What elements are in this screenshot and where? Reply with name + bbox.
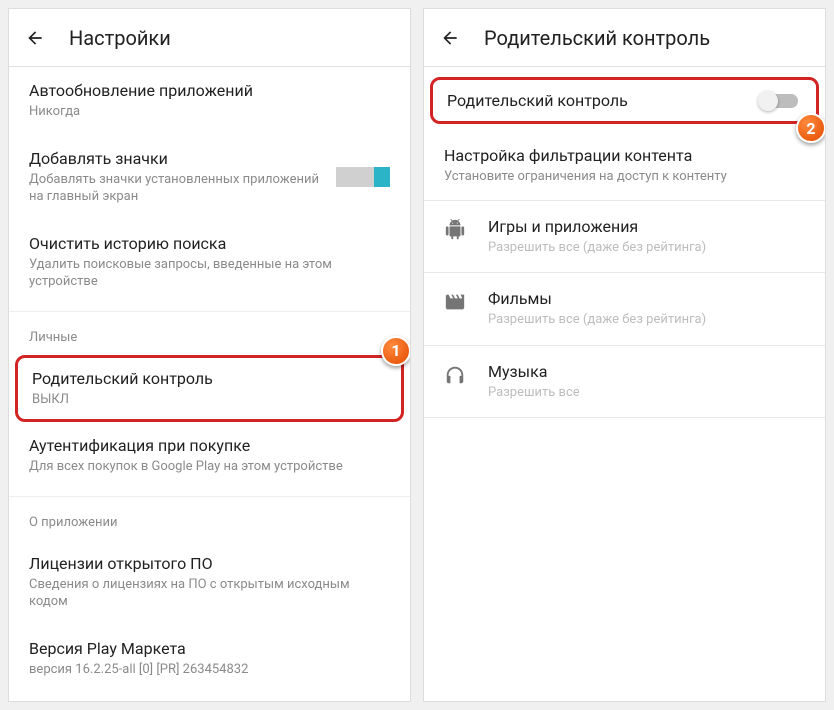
category-games-apps[interactable]: Игры и приложения Разрешить все (даже бе… bbox=[424, 201, 825, 273]
item-title: Настройка фильтрации контента bbox=[444, 146, 805, 165]
section-personal: Личные bbox=[9, 311, 410, 355]
callout-1: 1 bbox=[381, 336, 410, 366]
content-filter-heading: Настройка фильтрации контента Установите… bbox=[424, 124, 825, 200]
item-sub: Разрешить все (даже без рейтинга) bbox=[488, 311, 706, 329]
movie-icon bbox=[444, 291, 466, 313]
item-play-version[interactable]: Версия Play Маркета версия 16.2.25-all [… bbox=[9, 625, 410, 693]
android-icon bbox=[444, 219, 466, 241]
item-sub: Разрешить все (даже без рейтинга) bbox=[488, 239, 706, 257]
page-title: Родительский контроль bbox=[484, 26, 710, 50]
item-clear-history[interactable]: Очистить историю поиска Удалить поисковы… bbox=[9, 220, 410, 305]
page-title: Настройки bbox=[69, 26, 171, 50]
item-sub: Для всех покупок в Google Play на этом у… bbox=[29, 458, 390, 476]
category-movies[interactable]: Фильмы Разрешить все (даже без рейтинга) bbox=[424, 273, 825, 345]
parental-control-screen: Родительский контроль Родительский контр… bbox=[423, 8, 826, 702]
item-title: Игры и приложения bbox=[488, 217, 706, 236]
topbar: Родительский контроль bbox=[424, 9, 825, 67]
parental-control-toggle-row[interactable]: Родительский контроль 2 bbox=[430, 77, 819, 124]
check-icon: | bbox=[384, 168, 387, 182]
add-icons-checkbox[interactable]: | bbox=[336, 167, 390, 187]
item-purchase-auth[interactable]: Аутентификация при покупке Для всех поку… bbox=[9, 422, 410, 490]
item-add-icons[interactable]: Добавлять значки Добавлять значки устано… bbox=[9, 135, 410, 220]
item-title: Добавлять значки bbox=[29, 149, 326, 168]
settings-list: Автообновление приложений Никогда Добавл… bbox=[9, 67, 410, 701]
item-sub: версия 16.2.25-all [0] [PR] 263454832 bbox=[29, 661, 390, 679]
parental-control-switch[interactable] bbox=[758, 92, 802, 110]
topbar: Настройки bbox=[9, 9, 410, 67]
back-arrow-icon[interactable] bbox=[25, 28, 45, 48]
settings-screen: Настройки Автообновление приложений Нико… bbox=[8, 8, 411, 702]
item-sub: Удалить поисковые запросы, введенные на … bbox=[29, 256, 390, 291]
item-title: Музыка bbox=[488, 362, 580, 381]
item-title: Родительский контроль bbox=[32, 369, 387, 388]
parental-list: Родительский контроль 2 Настройка фильтр… bbox=[424, 67, 825, 701]
item-autoupdate[interactable]: Автообновление приложений Никогда bbox=[9, 67, 410, 135]
item-play-protect-cert[interactable]: Сертификация в Play Защите bbox=[9, 692, 410, 701]
item-title: Аутентификация при покупке bbox=[29, 436, 390, 455]
item-title: Родительский контроль bbox=[447, 91, 628, 110]
item-sub: Добавлять значки установленных приложени… bbox=[29, 171, 326, 206]
item-sub: Сведения о лицензиях на ПО с открытым ис… bbox=[29, 576, 390, 611]
item-title: Очистить историю поиска bbox=[29, 234, 390, 253]
section-about: О приложении bbox=[9, 496, 410, 540]
headphones-icon bbox=[444, 364, 466, 386]
item-title: Фильмы bbox=[488, 289, 706, 308]
item-sub: Установите ограничения на доступ к конте… bbox=[444, 168, 805, 186]
item-sub: Разрешить все bbox=[488, 384, 580, 402]
back-arrow-icon[interactable] bbox=[440, 28, 460, 48]
item-open-source-licenses[interactable]: Лицензии открытого ПО Сведения о лицензи… bbox=[9, 540, 410, 625]
item-title: Лицензии открытого ПО bbox=[29, 554, 390, 573]
item-title: Версия Play Маркета bbox=[29, 639, 390, 658]
item-title: Автообновление приложений bbox=[29, 81, 390, 100]
item-sub: Никогда bbox=[29, 103, 390, 121]
category-music[interactable]: Музыка Разрешить все bbox=[424, 346, 825, 418]
item-sub: ВЫКЛ bbox=[32, 391, 387, 409]
item-parental-control[interactable]: Родительский контроль ВЫКЛ 1 bbox=[15, 355, 404, 423]
